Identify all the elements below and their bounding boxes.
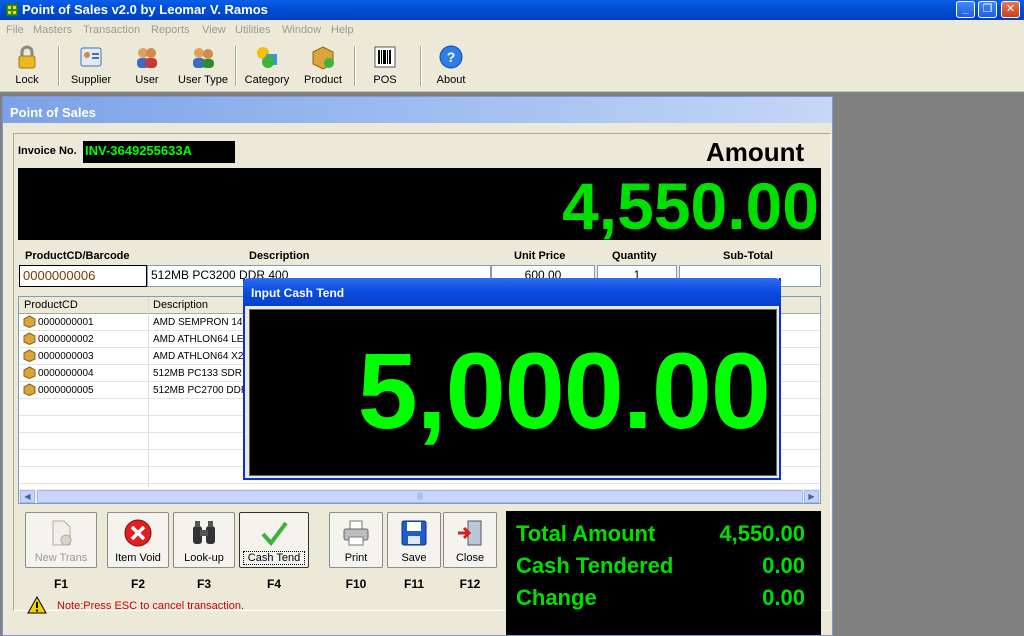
menu-transaction[interactable]: Transaction — [83, 24, 140, 36]
f2-key-label: F2 — [130, 577, 145, 591]
printer-icon — [343, 520, 369, 546]
cash-tend-dialog: Input Cash Tend 5,000.00 — [243, 278, 781, 480]
toolbar-separator — [420, 46, 422, 86]
change-value: 0.00 — [762, 585, 805, 610]
f12-key-label: F12 — [459, 577, 481, 591]
checkmark-icon — [261, 521, 288, 547]
new-document-icon — [52, 520, 72, 546]
restore-button[interactable]: ❐ — [978, 1, 997, 18]
package-icon — [23, 366, 36, 379]
toolbar: Lock Supplier User User Type Category Pr… — [0, 40, 1024, 92]
menu-bar: File Masters Transaction Reports View Ut… — [0, 20, 1024, 40]
subtotal-column-header: Sub-Total — [723, 250, 773, 262]
users-icon — [137, 48, 157, 68]
category-icon — [257, 47, 277, 68]
change-label: Change — [516, 585, 597, 610]
f1-key-label: F1 — [53, 577, 68, 591]
supplier-card-icon — [80, 47, 102, 67]
package-icon — [23, 315, 36, 328]
product-button[interactable]: Product — [302, 44, 344, 90]
f10-key-label: F10 — [345, 577, 367, 591]
app-title-bar[interactable]: Point of Sales v2.0 by Leomar V. Ramos _… — [0, 0, 1024, 20]
toolbar-separator — [354, 46, 356, 86]
description-column-header: Description — [249, 250, 310, 262]
cash-tendered-label: Cash Tendered — [516, 553, 674, 578]
app-icon — [5, 3, 19, 17]
amount-value: 4,550.00 — [562, 169, 819, 243]
grid-header-description[interactable]: Description — [153, 299, 208, 311]
toolbar-separator — [58, 46, 60, 86]
lookup-button[interactable]: Look-up — [173, 512, 235, 568]
grid-header-productcd[interactable]: ProductCD — [24, 299, 78, 311]
menu-utilities[interactable]: Utilities — [235, 24, 270, 36]
package-icon — [23, 332, 36, 345]
save-button[interactable]: Save — [387, 512, 441, 568]
f11-key-label: F11 — [403, 577, 424, 591]
help-question-icon: ? — [439, 45, 463, 69]
user-button[interactable]: User — [130, 44, 164, 90]
horizontal-scrollbar[interactable]: ◀ ||| ▶ — [19, 488, 820, 503]
lock-button[interactable]: Lock — [8, 44, 46, 90]
pos-window-title[interactable]: Point of Sales — [3, 97, 832, 123]
about-button[interactable]: ? About — [434, 44, 468, 90]
barcode-icon — [374, 46, 396, 68]
menu-file[interactable]: File — [6, 24, 24, 36]
pos-button[interactable]: POS — [370, 44, 400, 90]
void-x-icon — [124, 519, 152, 547]
invoice-label: Invoice No. — [18, 145, 77, 157]
product-column-header: ProductCD/Barcode — [25, 250, 130, 262]
menu-help[interactable]: Help — [331, 24, 354, 36]
cash-tend-input[interactable]: 5,000.00 — [249, 309, 777, 476]
exit-door-icon — [458, 520, 482, 546]
binoculars-icon — [193, 521, 215, 544]
menu-reports[interactable]: Reports — [151, 24, 190, 36]
supplier-button[interactable]: Supplier — [69, 44, 113, 90]
lock-icon — [18, 45, 36, 69]
warning-icon — [27, 596, 47, 614]
totals-panel: Total Amount 4,550.00 Cash Tendered 0.00… — [506, 511, 821, 635]
f3-key-label: F3 — [196, 577, 211, 591]
amount-label: Amount — [706, 137, 805, 167]
menu-view[interactable]: View — [202, 24, 226, 36]
total-amount-label: Total Amount — [516, 521, 656, 546]
close-button[interactable]: Close — [443, 512, 497, 568]
print-button[interactable]: Print — [329, 512, 383, 568]
toolbar-separator — [235, 46, 237, 86]
window-title: Point of Sales v2.0 by Leomar V. Ramos — [22, 2, 268, 17]
user-type-button[interactable]: User Type — [176, 44, 230, 90]
item-void-button[interactable]: Item Void — [107, 512, 169, 568]
close-window-button[interactable]: ✕ — [1001, 1, 1020, 18]
cash-tend-value: 5,000.00 — [357, 330, 771, 451]
unit-price-column-header: Unit Price — [514, 250, 566, 262]
floppy-disk-icon — [401, 520, 427, 546]
svg-text:?: ? — [447, 49, 456, 65]
scroll-right-arrow-icon[interactable]: ▶ — [804, 490, 819, 503]
product-box-icon — [312, 46, 334, 70]
minimize-button[interactable]: _ — [956, 1, 975, 18]
cash-tend-button[interactable]: Cash Tend — [239, 512, 309, 568]
menu-window[interactable]: Window — [282, 24, 321, 36]
amount-display: 4,550.00 — [18, 168, 821, 243]
f4-key-label: F4 — [266, 577, 281, 591]
total-amount-value: 4,550.00 — [719, 521, 805, 546]
user-type-icon — [193, 48, 214, 68]
category-button[interactable]: Category — [243, 44, 291, 90]
new-trans-button[interactable]: New Trans — [25, 512, 97, 568]
cash-tendered-value: 0.00 — [762, 553, 805, 578]
invoice-number: INV-3649255633A — [83, 141, 235, 163]
package-icon — [23, 383, 36, 396]
menu-masters[interactable]: Masters — [33, 24, 72, 36]
quantity-column-header: Quantity — [612, 250, 657, 262]
cash-tend-dialog-title[interactable]: Input Cash Tend — [243, 278, 781, 306]
barcode-input[interactable]: 0000000006 — [19, 265, 147, 287]
scrollbar-thumb[interactable]: ||| — [37, 490, 803, 503]
scroll-left-arrow-icon[interactable]: ◀ — [20, 490, 35, 503]
package-icon — [23, 349, 36, 362]
